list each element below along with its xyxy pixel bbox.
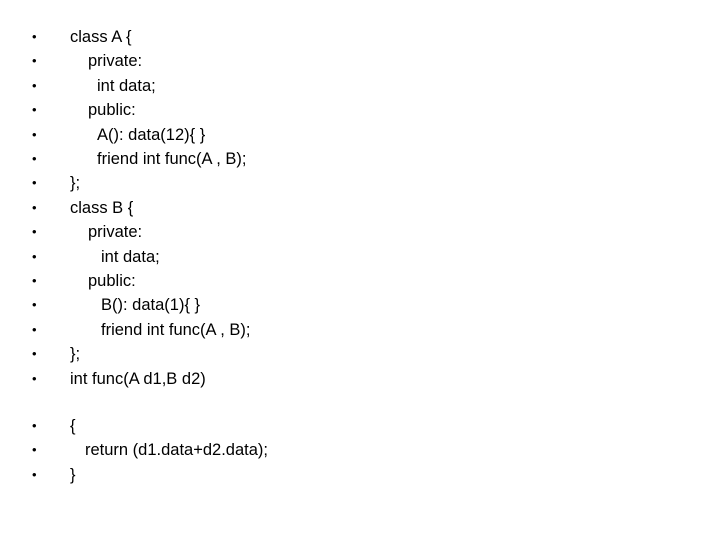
bullet-icon: •: [32, 442, 37, 458]
bullet-icon: •: [32, 175, 37, 191]
bullet-icon: •: [32, 297, 37, 313]
code-line: • public:: [0, 269, 600, 293]
code-line: • class B {: [0, 196, 600, 220]
code-line: • int func(A d1,B d2): [0, 367, 600, 391]
bullet-icon: •: [32, 199, 37, 215]
code-line: •{: [0, 414, 600, 438]
code-line: • friend int func(A , B);: [0, 147, 600, 171]
code-text: {: [70, 417, 76, 435]
code-line: • B(): data(1){ }: [0, 293, 600, 317]
code-line: • int data;: [0, 74, 600, 98]
code-line: • private:: [0, 220, 600, 244]
code-line: • int data;: [0, 245, 600, 269]
code-text: public:: [88, 272, 136, 290]
code-text: int data;: [101, 247, 160, 266]
code-line: • class A {: [0, 25, 600, 49]
bullet-icon: •: [32, 77, 37, 93]
code-line: •};: [0, 342, 600, 366]
code-text: class A {: [70, 28, 132, 46]
bullet-icon: •: [32, 126, 37, 142]
code-text: int func(A d1,B d2): [70, 369, 206, 388]
bullet-icon: •: [32, 29, 37, 44]
bullet-icon: •: [32, 102, 37, 118]
bullet-icon: •: [32, 248, 37, 264]
code-text: friend int func(A , B);: [97, 150, 247, 168]
bullet-icon: •: [32, 370, 37, 386]
code-line: •};: [0, 171, 600, 195]
bullet-icon: •: [32, 321, 37, 337]
bullet-icon: •: [32, 346, 37, 362]
bullet-icon: •: [32, 224, 37, 240]
slide: • class A { • private: • int data; • public: • A(…: [0, 0, 720, 540]
code-text: A(): data(12){ }: [97, 125, 206, 144]
code-text: };: [70, 345, 81, 364]
code-text: friend int func(A , B);: [101, 320, 251, 339]
bullet-icon: •: [32, 273, 37, 288]
code-text: private:: [88, 52, 143, 71]
code-text: class B {: [70, 198, 134, 217]
code-line: • return (d1.data+d2.data);: [0, 438, 600, 462]
bullet-icon: •: [32, 53, 37, 69]
code-text: B(): data(1){ }: [101, 296, 201, 315]
code-text: }: [70, 465, 76, 484]
code-line: • A(): data(12){ }: [0, 123, 600, 147]
code-text: };: [70, 174, 81, 193]
code-line: •}: [0, 463, 600, 487]
bullet-icon: •: [32, 418, 37, 433]
code-text: return (d1.data+d2.data);: [85, 441, 268, 460]
code-text: public:: [88, 101, 136, 120]
code-line: • friend int func(A , B);: [0, 318, 600, 342]
code-line: • public:: [0, 98, 600, 122]
bullet-icon: •: [32, 466, 37, 482]
code-text: int data;: [97, 76, 156, 95]
bullet-icon: •: [32, 151, 37, 166]
code-text: private:: [88, 223, 143, 242]
code-line: • private:: [0, 49, 600, 73]
